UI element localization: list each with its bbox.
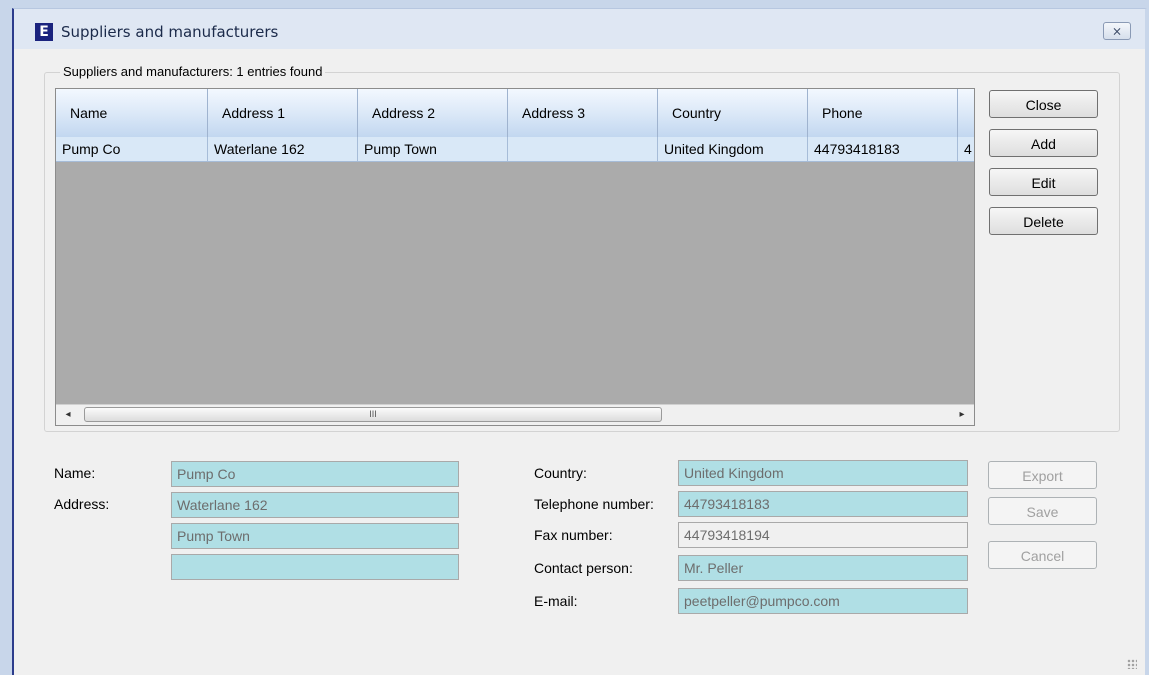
group-legend: Suppliers and manufacturers: 1 entries f… — [60, 64, 326, 79]
cell-address-3 — [508, 137, 658, 161]
cell-address-1: Waterlane 162 — [208, 137, 358, 161]
column-header-country[interactable]: Country — [658, 89, 808, 137]
cell-phone: 44793418183 — [808, 137, 958, 161]
cell-address-2: Pump Town — [358, 137, 508, 161]
cancel-button[interactable]: Cancel — [988, 541, 1097, 569]
grid-header: Name Address 1 Address 2 Address 3 Count… — [56, 89, 974, 138]
fax-field[interactable]: 44793418194 — [678, 522, 968, 548]
add-button[interactable]: Add — [989, 129, 1098, 157]
resize-grip-icon[interactable] — [1127, 659, 1137, 669]
column-header-address-2[interactable]: Address 2 — [358, 89, 508, 137]
country-field[interactable]: United Kingdom — [678, 460, 968, 486]
email-label: E-mail: — [534, 593, 578, 609]
contact-person-field[interactable]: Mr. Peller — [678, 555, 968, 581]
edit-button[interactable]: Edit — [989, 168, 1098, 196]
contact-person-label: Contact person: — [534, 560, 633, 576]
scroll-right-icon[interactable]: ▸ — [952, 405, 972, 425]
name-field[interactable]: Pump Co — [171, 461, 459, 487]
save-button[interactable]: Save — [988, 497, 1097, 525]
horizontal-scrollbar[interactable]: ◂ III ▸ — [56, 404, 974, 425]
suppliers-window: E Suppliers and manufacturers ⨯ Supplier… — [12, 8, 1147, 675]
title-bar[interactable]: E Suppliers and manufacturers ⨯ — [14, 9, 1145, 49]
cell-country: United Kingdom — [658, 137, 808, 161]
country-label: Country: — [534, 465, 587, 481]
column-header-address-1[interactable]: Address 1 — [208, 89, 358, 137]
column-header-address-3[interactable]: Address 3 — [508, 89, 658, 137]
export-button[interactable]: Export — [988, 461, 1097, 489]
dialog-content: Suppliers and manufacturers: 1 entries f… — [14, 49, 1145, 675]
suppliers-group: Suppliers and manufacturers: 1 entries f… — [44, 64, 1120, 432]
suppliers-grid[interactable]: Name Address 1 Address 2 Address 3 Count… — [55, 88, 975, 426]
close-button[interactable]: Close — [989, 90, 1098, 118]
address-1-field[interactable]: Waterlane 162 — [171, 492, 459, 518]
fax-label: Fax number: — [534, 527, 613, 543]
cell-extra: 4 — [958, 137, 974, 161]
column-header-phone[interactable]: Phone — [808, 89, 958, 137]
app-icon: E — [35, 23, 53, 41]
address-3-field[interactable] — [171, 554, 459, 580]
email-field[interactable]: peetpeller@pumpco.com — [678, 588, 968, 614]
cell-name: Pump Co — [56, 137, 208, 161]
name-label: Name: — [54, 465, 96, 481]
telephone-field[interactable]: 44793418183 — [678, 491, 968, 517]
telephone-label: Telephone number: — [534, 496, 654, 512]
window-title: Suppliers and manufacturers — [61, 23, 279, 41]
close-window-button[interactable]: ⨯ — [1103, 22, 1131, 40]
address-2-field[interactable]: Pump Town — [171, 523, 459, 549]
column-header-name[interactable]: Name — [56, 89, 208, 137]
scrollbar-thumb[interactable]: III — [84, 407, 662, 422]
table-row[interactable]: Pump Co Waterlane 162 Pump Town United K… — [56, 137, 974, 162]
column-header-extra[interactable] — [958, 89, 974, 137]
scroll-left-icon[interactable]: ◂ — [58, 405, 78, 425]
address-label: Address: — [54, 496, 110, 512]
delete-button[interactable]: Delete — [989, 207, 1098, 235]
